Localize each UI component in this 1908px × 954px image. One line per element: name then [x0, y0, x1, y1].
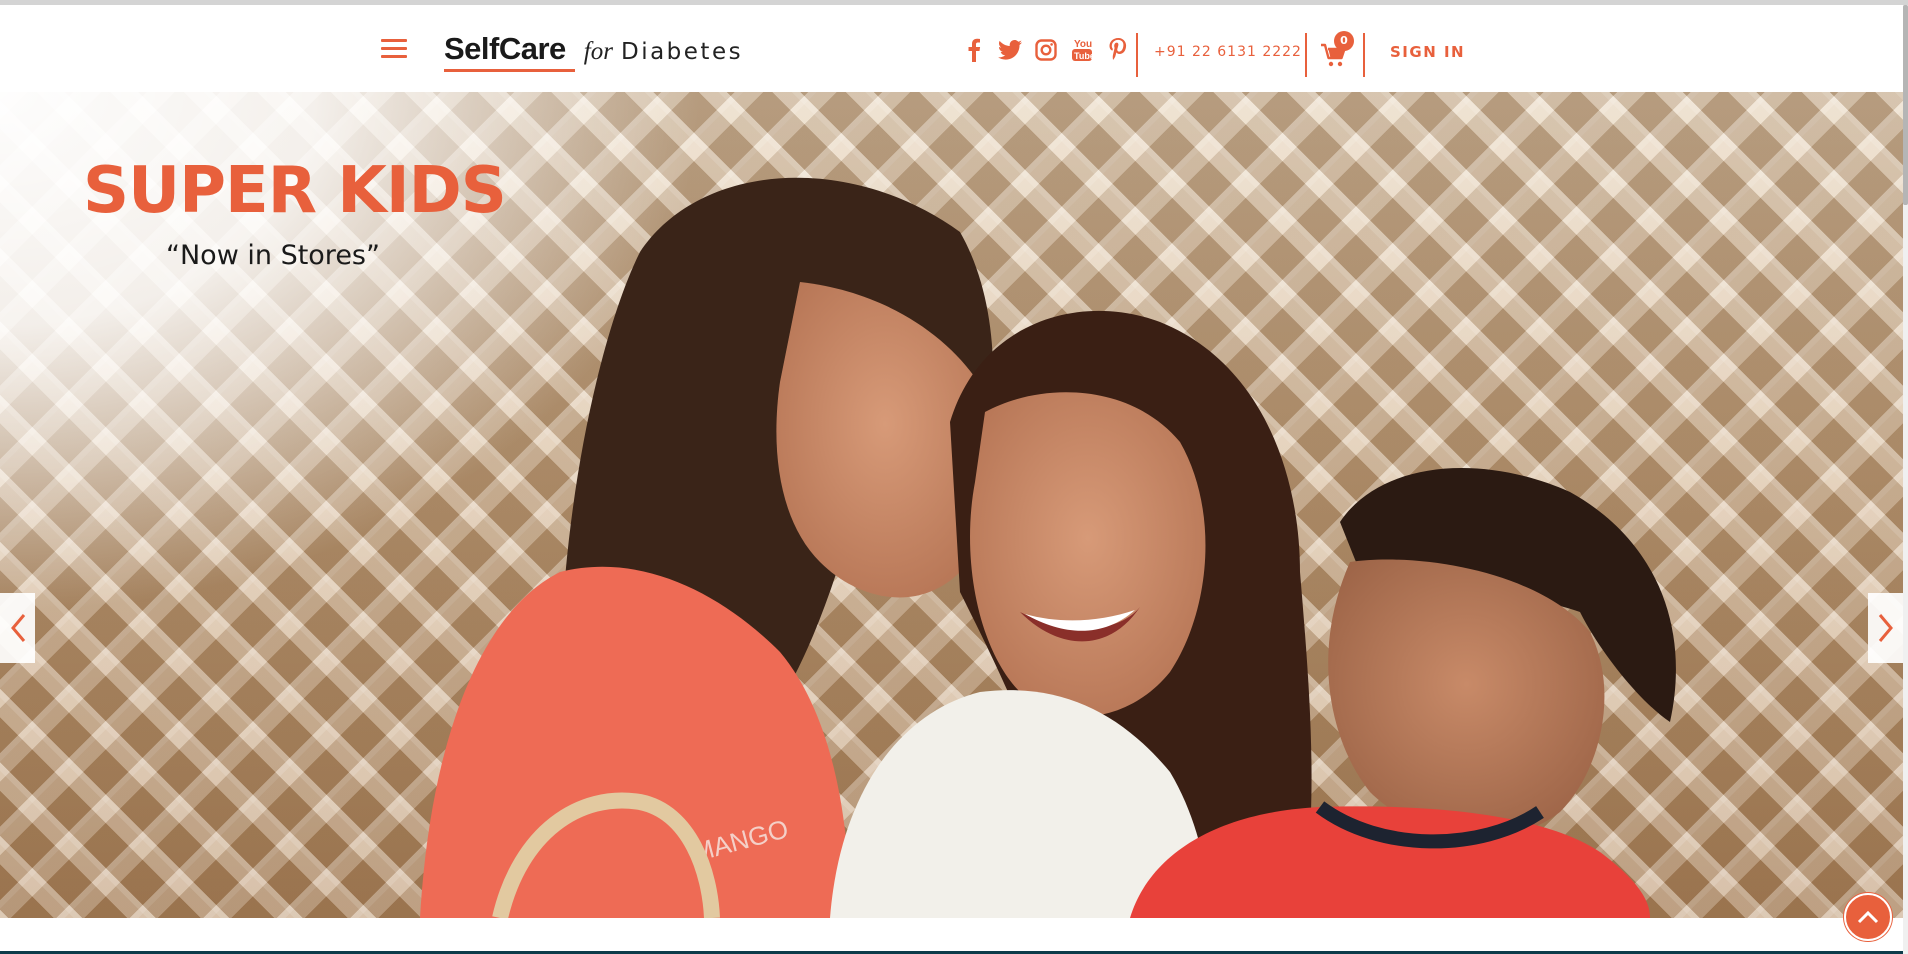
twitter-icon[interactable]	[998, 37, 1022, 63]
hamburger-menu-icon[interactable]	[381, 39, 407, 59]
site-logo[interactable]: SelfCare for Diabetes	[444, 31, 743, 75]
svg-text:You: You	[1074, 39, 1092, 50]
hero-banner[interactable]: MANGO SUPER KIDS “Now in Stores”	[0, 92, 1903, 918]
page-bottom-area	[0, 918, 1903, 954]
carousel-next-button[interactable]	[1868, 593, 1903, 663]
header-divider	[1136, 33, 1138, 77]
carousel-prev-button[interactable]	[0, 593, 35, 663]
header-divider	[1305, 33, 1307, 77]
hero-title: SUPER KIDS	[83, 154, 507, 228]
cart-button[interactable]: 0	[1320, 31, 1356, 71]
phone-number[interactable]: +91 22 6131 2222	[1154, 44, 1302, 60]
logo-for: for	[583, 38, 613, 65]
sign-in-link[interactable]: SIGN IN	[1390, 43, 1465, 61]
chevron-right-icon	[1878, 614, 1893, 642]
site-header: SelfCare for Diabetes You Tube +91 22 613…	[0, 5, 1903, 92]
header-divider	[1363, 33, 1365, 77]
scroll-to-top-button[interactable]	[1844, 893, 1892, 941]
logo-brand: SelfCare	[444, 31, 575, 72]
page-scrollbar-thumb[interactable]	[1903, 5, 1908, 205]
youtube-icon[interactable]: You Tube	[1070, 37, 1094, 63]
chevron-left-icon	[10, 614, 25, 642]
chevron-up-icon	[1857, 910, 1879, 924]
hero-subtitle: “Now in Stores”	[166, 240, 380, 271]
svg-text:Tube: Tube	[1074, 51, 1093, 61]
facebook-icon[interactable]	[962, 37, 986, 63]
social-links: You Tube	[962, 37, 1130, 63]
instagram-icon[interactable]	[1034, 37, 1058, 63]
cart-count-badge: 0	[1334, 31, 1354, 51]
pinterest-icon[interactable]	[1106, 37, 1130, 63]
logo-product: Diabetes	[620, 39, 744, 65]
